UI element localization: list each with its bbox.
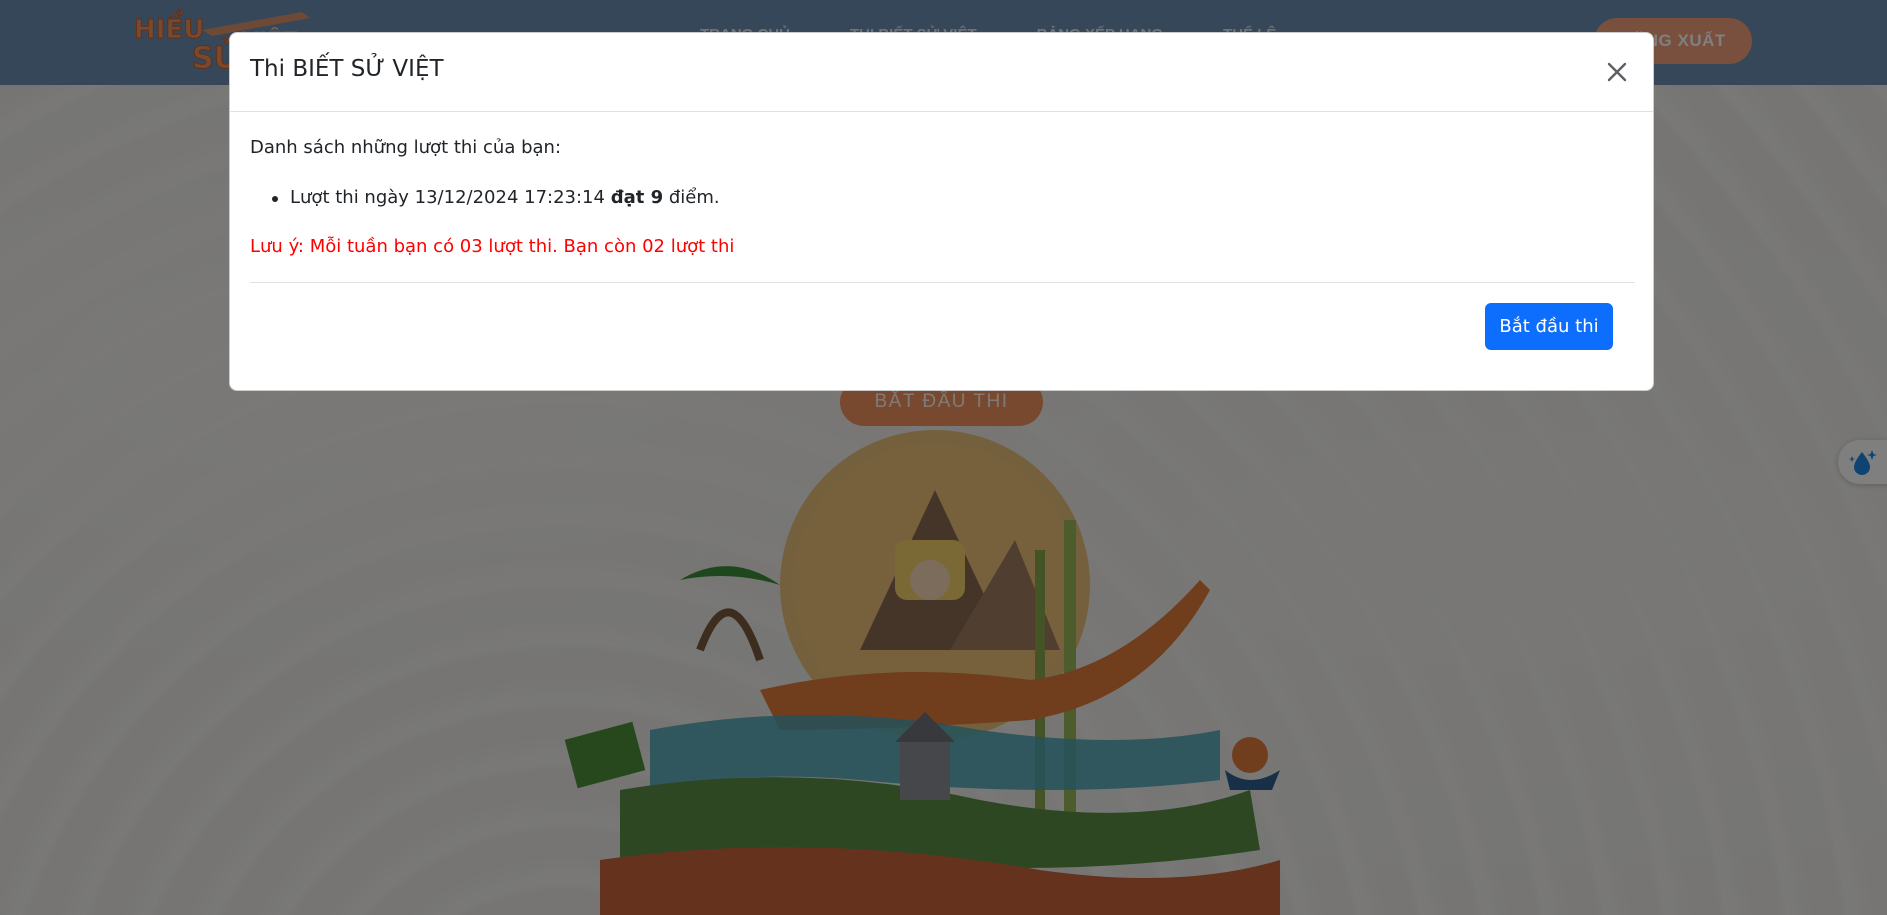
attempt-score: đạt 9 — [610, 187, 664, 208]
attempts-intro: Danh sách những lượt thi của bạn: — [250, 137, 562, 158]
quiz-modal: Thi BIẾT SỬ VIỆT Danh sách những lượt th… — [229, 32, 1654, 391]
modal-header: Thi BIẾT SỬ VIỆT — [230, 33, 1653, 112]
start-quiz-button[interactable]: Bắt đầu thi — [1485, 303, 1613, 350]
close-button[interactable] — [1602, 57, 1632, 87]
attempt-item: Lượt thi ngày 13/12/2024 17:23:14 đạt 9 … — [270, 186, 720, 210]
modal-divider — [250, 282, 1635, 283]
close-icon — [1607, 62, 1627, 82]
modal-title: Thi BIẾT SỬ VIỆT — [250, 56, 444, 82]
attempts-list: Lượt thi ngày 13/12/2024 17:23:14 đạt 9 … — [270, 186, 720, 210]
attempt-date: Lượt thi ngày 13/12/2024 17:23:14 — [290, 187, 605, 208]
attempt-suffix: điểm. — [668, 187, 720, 208]
attempts-notice: Lưu ý: Mỗi tuần bạn có 03 lượt thi. Bạn … — [250, 236, 735, 257]
